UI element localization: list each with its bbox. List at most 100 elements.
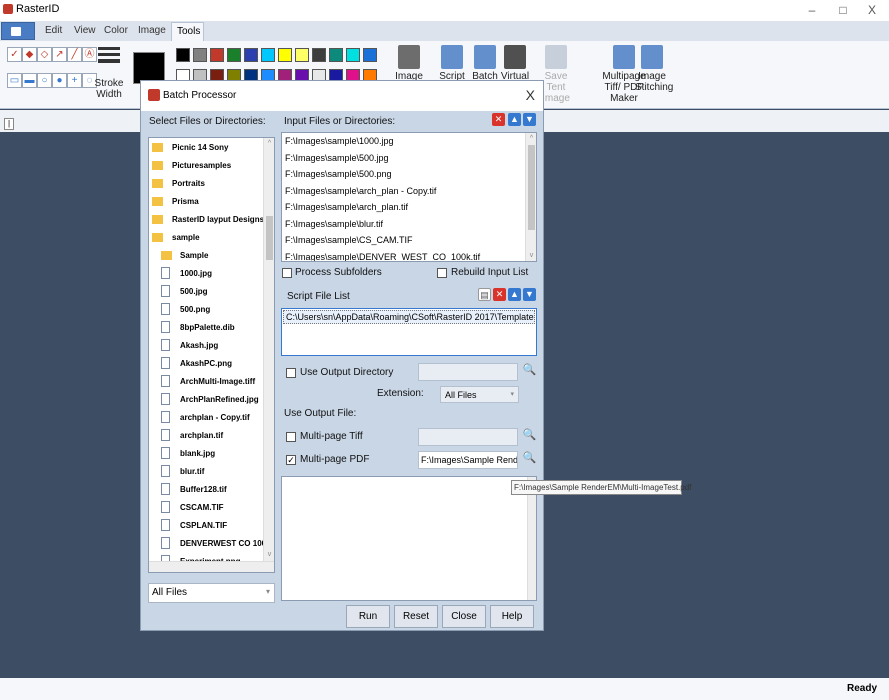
file-filter-select[interactable]: All Files ▾ — [148, 583, 275, 603]
log-scrollbar[interactable] — [527, 477, 536, 600]
add-script-icon[interactable]: ▤ — [478, 288, 491, 301]
extension-select[interactable]: All Files ▾ — [440, 386, 519, 403]
multi-pdf-checkbox[interactable]: ✓ — [286, 455, 296, 465]
use-output-dir-checkbox[interactable] — [286, 368, 296, 378]
draw-tool-0-icon[interactable]: ✓ — [7, 47, 22, 62]
draw-tool-2-icon[interactable]: ◇ — [37, 47, 52, 62]
file-tree-hscrollbar[interactable] — [149, 561, 274, 572]
script-button[interactable]: Script — [437, 45, 467, 82]
remove-script-icon[interactable]: ✕ — [493, 288, 506, 301]
multi-tiff-label: Multi-page Tiff — [300, 431, 363, 442]
palette-swatch[interactable] — [295, 48, 309, 62]
panel-toggle-icon[interactable]: | — [4, 118, 14, 130]
close-dialog-button[interactable]: Close — [442, 605, 486, 628]
draw-tool-1-icon[interactable]: ◆ — [22, 47, 37, 62]
batch-button[interactable]: Batch — [470, 45, 500, 82]
input-files-list[interactable]: F:\Images\sample\1000.jpg F:\Images\sampl… — [281, 132, 537, 262]
input-file-item[interactable]: F:\Images\sample\blur.tif — [285, 219, 383, 229]
input-scroll-up-icon[interactable]: ^ — [526, 133, 536, 144]
palette-swatch[interactable] — [227, 48, 241, 62]
draw-tool-4-icon[interactable]: ╱ — [67, 47, 82, 62]
run-button[interactable]: Run — [346, 605, 390, 628]
input-scroll-down-icon[interactable]: v — [526, 250, 536, 261]
stroke-width-icon[interactable] — [98, 47, 120, 65]
script-down-icon[interactable]: ▼ — [523, 288, 536, 301]
palette-swatch[interactable] — [363, 48, 377, 62]
browse-dir-search-icon[interactable]: 🔍 — [522, 363, 537, 378]
menu-image[interactable]: Image — [138, 25, 166, 36]
menu-color[interactable]: Color — [104, 25, 128, 36]
draw-tool-3-icon[interactable]: ↗ — [52, 47, 67, 62]
file-tree-scrollbar[interactable]: ^ v — [263, 138, 274, 572]
file-tree[interactable]: Picnic 14 Sony Picturesamples Portraits Pri… — [148, 137, 275, 573]
palette-swatch[interactable] — [244, 48, 258, 62]
input-list-scrollbar[interactable]: ^ v — [525, 133, 536, 261]
file-tree-item-label: Prisma — [172, 197, 199, 206]
shape-tool-2-icon[interactable]: ○ — [37, 73, 52, 88]
file-menu-button[interactable] — [1, 22, 35, 40]
input-file-item[interactable]: F:\Images\sample\CS_CAM.TIF — [285, 235, 413, 245]
script-up-icon[interactable]: ▲ — [508, 288, 521, 301]
remove-input-icon[interactable]: ✕ — [492, 113, 505, 126]
process-subfolders-checkbox[interactable] — [282, 268, 292, 278]
file-tree-item-label: 500.jpg — [180, 287, 208, 296]
scroll-up-icon[interactable]: ^ — [264, 138, 274, 149]
multi-tiff-input[interactable] — [418, 428, 518, 446]
select-files-label: Select Files or Directories: — [149, 116, 266, 127]
virtual-button[interactable]: Virtual — [500, 45, 530, 82]
file-tree-item-label: Picnic 14 Sony — [172, 143, 229, 152]
tab-tools[interactable]: Tools — [171, 22, 204, 42]
input-scroll-thumb[interactable] — [528, 145, 535, 230]
input-file-item[interactable]: F:\Images\sample\500.png — [285, 169, 392, 179]
maximize-button[interactable]: □ — [828, 1, 858, 20]
use-output-dir-label: Use Output Directory — [300, 367, 394, 378]
help-button[interactable]: Help — [490, 605, 534, 628]
move-up-icon[interactable]: ▲ — [508, 113, 521, 126]
browse-pdf-search-icon[interactable]: 🔍 — [522, 451, 537, 466]
file-icon — [161, 393, 170, 405]
palette-swatch[interactable] — [312, 48, 326, 62]
reset-button[interactable]: Reset — [394, 605, 438, 628]
palette-swatch[interactable] — [261, 48, 275, 62]
palette-swatch[interactable] — [176, 48, 190, 62]
folder-icon — [152, 161, 163, 170]
input-file-item[interactable]: F:\Images\sample\1000.jpg — [285, 136, 394, 146]
script-file-list[interactable]: C:\Users\sn\AppData\Roaming\CSoft\Raster… — [281, 308, 537, 356]
input-file-item[interactable]: F:\Images\sample\arch_plan - Copy.tif — [285, 186, 436, 196]
minimize-button[interactable]: – — [797, 1, 827, 20]
multi-pdf-input[interactable]: F:\Images\Sample RenderEM\M — [418, 451, 518, 469]
browse-tiff-search-icon[interactable]: 🔍 — [522, 428, 537, 443]
palette-swatch[interactable] — [329, 48, 343, 62]
scroll-down-icon[interactable]: v — [264, 549, 274, 560]
shape-tool-1-icon[interactable]: ▬ — [22, 73, 37, 88]
shape-tool-4-icon[interactable]: + — [67, 73, 82, 88]
save-icon — [545, 45, 567, 69]
palette-swatch[interactable] — [346, 48, 360, 62]
status-ready: Ready — [846, 683, 877, 694]
extension-chevron-icon: ▾ — [510, 391, 514, 398]
input-file-item[interactable]: F:\Images\sample\DENVER_WEST_CO_100k.tif — [285, 252, 480, 262]
output-dir-input[interactable] — [418, 363, 518, 381]
stroke-width-label[interactable]: Stroke Width — [94, 78, 124, 100]
palette-swatch[interactable] — [278, 48, 292, 62]
stitching-button[interactable]: Image Stitching — [635, 45, 673, 93]
shape-tool-0-icon[interactable]: ▭ — [7, 73, 22, 88]
menu-view[interactable]: View — [74, 25, 96, 36]
rebuild-input-checkbox[interactable] — [437, 268, 447, 278]
virtual-icon — [504, 45, 526, 69]
palette-swatch[interactable] — [210, 48, 224, 62]
move-down-icon[interactable]: ▼ — [523, 113, 536, 126]
dialog-titlebar: Batch Processor X — [141, 81, 543, 111]
script-row[interactable]: C:\Users\sn\AppData\Roaming\CSoft\Raster… — [283, 310, 535, 324]
input-file-item[interactable]: F:\Images\sample\500.jpg — [285, 153, 389, 163]
close-button[interactable]: X — [857, 1, 887, 20]
draw-tool-5-icon[interactable]: Ⓐ — [82, 47, 97, 62]
menu-edit[interactable]: Edit — [45, 25, 62, 36]
dialog-close-icon[interactable]: X — [526, 87, 535, 103]
scroll-thumb[interactable] — [266, 216, 273, 260]
multi-tiff-checkbox[interactable] — [286, 432, 296, 442]
palette-swatch[interactable] — [193, 48, 207, 62]
image-button[interactable]: Image — [395, 45, 423, 82]
input-file-item[interactable]: F:\Images\sample\arch_plan.tif — [285, 202, 408, 212]
shape-tool-3-icon[interactable]: ● — [52, 73, 67, 88]
